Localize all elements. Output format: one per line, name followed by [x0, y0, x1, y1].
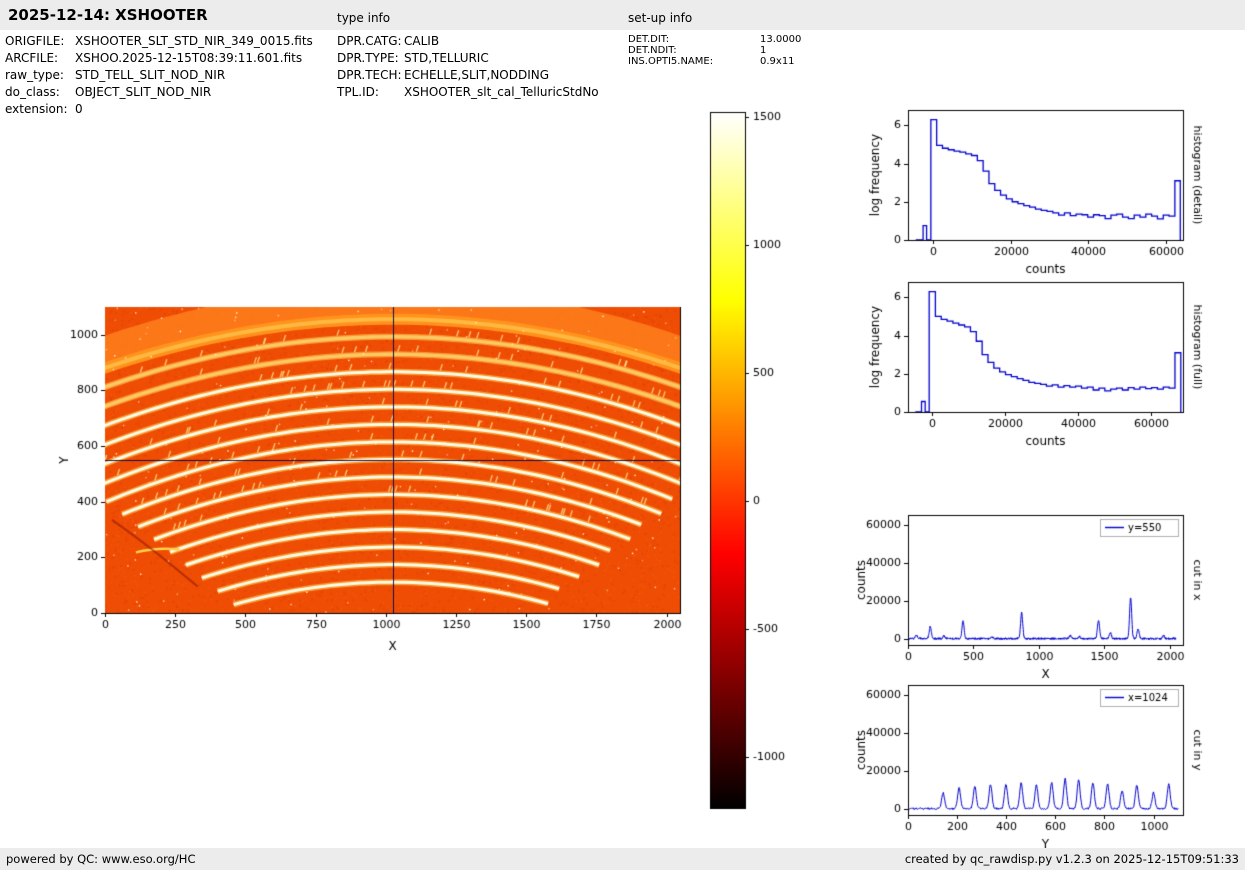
meta-value: 1 — [760, 45, 767, 56]
meta-value: STD,TELLURIC — [404, 51, 489, 65]
file-info-block: ORIGFILE: XSHOOTER_SLT_STD_NIR_349_0015.f… — [5, 33, 313, 118]
meta-row: DPR.CATG: CALIB — [337, 33, 599, 50]
meta-row: extension: 0 — [5, 101, 313, 118]
meta-row: DPR.TYPE: STD,TELLURIC — [337, 50, 599, 67]
meta-value: XSHOOTER_SLT_STD_NIR_349_0015.fits — [75, 34, 313, 48]
meta-value: 0 — [75, 102, 83, 116]
raw-frame-image-plot — [45, 292, 705, 667]
meta-row: TPL.ID: XSHOOTER_slt_cal_TelluricStdNo — [337, 84, 599, 101]
cut-in-y-plot — [848, 673, 1245, 853]
meta-value: ECHELLE,SLIT,NODDING — [404, 68, 550, 82]
setup-info-block: DET.DIT: 13.0000 DET.NDIT: 1 INS.OPTI5.NAM… — [628, 34, 801, 67]
meta-label: DET.NDIT: — [628, 45, 677, 56]
type-info-title: type info — [337, 11, 391, 25]
histogram-full-plot — [848, 270, 1245, 452]
meta-value: OBJECT_SLIT_NOD_NIR — [75, 85, 212, 99]
meta-value: CALIB — [404, 34, 440, 48]
meta-label: ORIGFILE: — [5, 34, 65, 48]
meta-value: STD_TELL_SLIT_NOD_NIR — [75, 68, 226, 82]
meta-label: DPR.TECH: — [337, 68, 402, 82]
meta-label: DPR.CATG: — [337, 34, 402, 48]
meta-row: raw_type: STD_TELL_SLIT_NOD_NIR — [5, 67, 313, 84]
header-bar: 2025-12-14: XSHOOTER type info set-up in… — [0, 0, 1245, 30]
meta-value: 13.0000 — [760, 34, 802, 45]
meta-row: DET.DIT: 13.0000 — [628, 34, 801, 45]
meta-label: INS.OPTI5.NAME: — [628, 56, 714, 67]
meta-row: DET.NDIT: 1 — [628, 45, 801, 56]
footer-right-text: created by qc_rawdisp.py v1.2.3 on 2025-… — [904, 852, 1239, 866]
meta-label: do_class: — [5, 85, 60, 99]
meta-label: ARCFILE: — [5, 51, 59, 65]
footer-bar: powered by QC: www.eso.org/HC created by… — [0, 848, 1245, 870]
meta-label: DPR.TYPE: — [337, 51, 399, 65]
meta-row: INS.OPTI5.NAME: 0.9x11 — [628, 56, 801, 67]
meta-label: extension: — [5, 102, 68, 116]
histogram-detail-plot — [848, 98, 1245, 280]
cut-in-x-plot — [848, 503, 1245, 683]
qc-report-page: 2025-12-14: XSHOOTER type info set-up in… — [0, 0, 1245, 870]
meta-label: DET.DIT: — [628, 34, 670, 45]
meta-value: 0.9x11 — [760, 56, 795, 67]
meta-row: DPR.TECH: ECHELLE,SLIT,NODDING — [337, 67, 599, 84]
meta-value: XSHOOTER_slt_cal_TelluricStdNo — [404, 85, 599, 99]
page-title: 2025-12-14: XSHOOTER — [8, 6, 208, 24]
meta-row: do_class: OBJECT_SLIT_NOD_NIR — [5, 84, 313, 101]
meta-row: ORIGFILE: XSHOOTER_SLT_STD_NIR_349_0015.f… — [5, 33, 313, 50]
meta-value: XSHOO.2025-12-15T08:39:11.601.fits — [75, 51, 303, 65]
footer-left-text: powered by QC: www.eso.org/HC — [6, 852, 196, 866]
setup-info-title: set-up info — [628, 11, 693, 25]
meta-label: TPL.ID: — [337, 85, 379, 99]
meta-label: raw_type: — [5, 68, 64, 82]
colorbar — [700, 103, 810, 819]
meta-row: ARCFILE: XSHOO.2025-12-15T08:39:11.601.fi… — [5, 50, 313, 67]
type-info-block: DPR.CATG: CALIB DPR.TYPE: STD,TELLURIC DPR… — [337, 33, 599, 101]
